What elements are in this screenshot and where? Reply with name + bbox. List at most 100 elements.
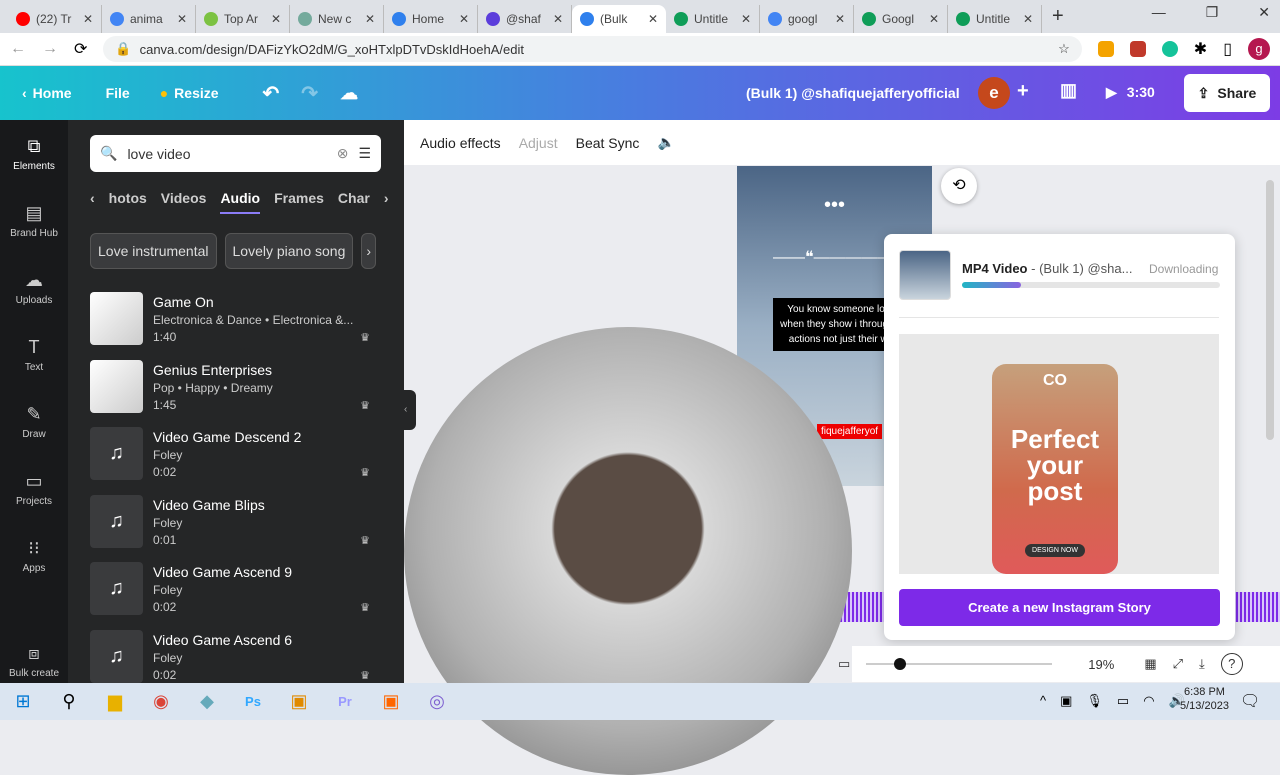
category-tab[interactable]: hotos — [109, 190, 147, 214]
browser-tab[interactable]: Untitle ✕ — [948, 4, 1042, 33]
browser-tab[interactable]: anima ✕ — [102, 4, 196, 33]
new-tab-button[interactable]: + — [1052, 5, 1064, 28]
app-icon[interactable]: ▣ — [368, 691, 414, 712]
audio-effects-button[interactable]: Audio effects — [420, 135, 501, 151]
windows-start-icon[interactable]: ⊞ — [0, 691, 46, 712]
clear-icon[interactable]: ⊗ — [337, 145, 349, 162]
close-tab-icon[interactable]: ✕ — [177, 12, 187, 26]
close-button[interactable]: ✕ — [1258, 4, 1270, 21]
create-story-button[interactable]: Create a new Instagram Story — [899, 589, 1220, 626]
close-tab-icon[interactable]: ✕ — [741, 12, 751, 26]
pages-icon[interactable]: ▭ — [838, 656, 850, 672]
browser-tab[interactable]: Top Ar ✕ — [196, 4, 290, 33]
photoshop-icon[interactable]: Ps — [230, 694, 276, 709]
fullscreen-icon[interactable]: ⤢ — [1173, 656, 1183, 672]
maximize-button[interactable]: ❐ — [1206, 4, 1219, 21]
reload-button[interactable]: ⟳ — [74, 39, 87, 59]
scroll-left-icon[interactable]: ‹ — [90, 190, 95, 214]
close-tab-icon[interactable]: ✕ — [459, 12, 469, 26]
back-button[interactable]: ← — [10, 40, 26, 58]
browser-tab[interactable]: googl ✕ — [760, 4, 854, 33]
help-icon[interactable]: ? — [1220, 653, 1243, 675]
rail-item-projects[interactable]: ▭ Projects — [0, 455, 68, 522]
extension-icon[interactable] — [1097, 41, 1114, 57]
insights-icon[interactable]: ▥ — [1060, 80, 1077, 101]
download-icon[interactable]: ⤓ — [1199, 656, 1205, 672]
grammarly-icon[interactable] — [1161, 41, 1178, 57]
rail-item-elements[interactable]: ⧉ Elements — [0, 120, 68, 187]
adjust-button[interactable]: Adjust — [519, 135, 558, 151]
home-button[interactable]: ‹ Home — [22, 85, 72, 101]
audio-track[interactable]: ♫ Video Game Ascend 9 Foley 0:02 ♛ — [90, 562, 380, 618]
zoom-slider[interactable] — [866, 658, 1053, 670]
chevron-up-icon[interactable]: ^ — [1040, 693, 1046, 709]
audio-track[interactable]: Game On Electronica & Dance • Electronica… — [90, 292, 380, 348]
profile-avatar[interactable]: g — [1248, 38, 1270, 60]
audio-track[interactable]: ♫ Video Game Descend 2 Foley 0:02 ♛ — [90, 427, 380, 483]
present-button[interactable]: ▶ 3:30 — [1106, 84, 1155, 101]
browser-tab[interactable]: Untitle ✕ — [666, 4, 760, 33]
grid-view-icon[interactable]: ▦ — [1144, 656, 1156, 672]
audio-track[interactable]: ♫ Video Game Ascend 6 Foley 0:02 ♛ — [90, 629, 380, 686]
search-input[interactable]: 🔍 love video ⊗ ☰ — [90, 135, 381, 172]
browser-tab[interactable]: Googl ✕ — [854, 4, 948, 33]
browser-tab[interactable]: (Bulk ✕ — [572, 4, 666, 33]
close-tab-icon[interactable]: ✕ — [271, 12, 281, 26]
rail-item-apps[interactable]: ⁝⁝ Apps — [0, 522, 68, 589]
filter-icon[interactable]: ☰ — [358, 145, 371, 162]
design-title[interactable]: (Bulk 1) @shafiquejafferyofficial — [746, 85, 960, 101]
clock-time[interactable]: 6:38 PM — [1180, 686, 1229, 698]
search-icon[interactable]: ⚲ — [46, 691, 92, 712]
close-tab-icon[interactable]: ✕ — [83, 12, 93, 26]
app-icon[interactable]: ▣ — [276, 691, 322, 712]
resize-button[interactable]: ● Resize — [160, 85, 219, 101]
file-explorer-icon[interactable]: ▆ — [92, 691, 138, 712]
browser-tab[interactable]: (22) Tr ✕ — [8, 4, 102, 33]
scrollbar[interactable] — [1266, 180, 1274, 440]
extension-icon[interactable] — [1129, 41, 1146, 57]
app-icon[interactable]: ◎ — [414, 691, 460, 712]
undo-button[interactable]: ↶ — [263, 81, 280, 106]
forward-button[interactable]: → — [42, 40, 58, 58]
notifications-icon[interactable]: 🗨 — [1240, 691, 1260, 711]
chevron-right-icon[interactable]: › — [361, 233, 377, 269]
rail-item-text[interactable]: T Text — [0, 321, 68, 388]
zoom-level[interactable]: 19% — [1088, 657, 1114, 672]
audio-track[interactable]: Genius Enterprises Pop • Happy • Dreamy 1:… — [90, 359, 380, 416]
app-icon[interactable]: ◆ — [184, 691, 230, 712]
beat-sync-button[interactable]: Beat Sync — [576, 135, 640, 151]
close-tab-icon[interactable]: ✕ — [835, 12, 845, 26]
rail-item-uploads[interactable]: ☁ Uploads — [0, 254, 68, 321]
puzzle-icon[interactable]: ✱ — [1194, 39, 1207, 59]
close-tab-icon[interactable]: ✕ — [553, 12, 563, 26]
browser-tab[interactable]: New c ✕ — [290, 4, 384, 33]
share-button[interactable]: ⇪ Share — [1184, 74, 1270, 112]
suggestion-chip[interactable]: Lovely piano song — [224, 233, 354, 269]
browser-tab[interactable]: Home ✕ — [384, 4, 478, 33]
category-tab[interactable]: Char — [338, 190, 370, 214]
close-tab-icon[interactable]: ✕ — [648, 12, 658, 26]
chrome-icon[interactable]: ◉ — [138, 691, 184, 712]
sidepanel-icon[interactable]: ▯ — [1223, 39, 1232, 59]
add-collaborator-button[interactable]: + — [1017, 80, 1029, 103]
suggestion-chip[interactable]: Love instrumental — [90, 233, 217, 269]
browser-tab[interactable]: @shaf ✕ — [478, 4, 572, 33]
url-field[interactable]: 🔒 canva.com/design/DAFizYkO2dM/G_xoHTxlpD… — [103, 36, 1082, 62]
star-icon[interactable]: ☆ — [1058, 41, 1070, 57]
rail-item-draw[interactable]: ✎ Draw — [0, 388, 68, 455]
close-tab-icon[interactable]: ✕ — [929, 12, 939, 26]
category-tab[interactable]: Frames — [274, 190, 324, 214]
scroll-right-icon[interactable]: › — [384, 190, 389, 214]
audio-track[interactable]: ♫ Video Game Blips Foley 0:01 ♛ — [90, 494, 380, 551]
file-menu[interactable]: File — [106, 85, 130, 101]
volume-icon[interactable]: 🔈 — [657, 134, 674, 151]
category-tab[interactable]: Videos — [161, 190, 207, 214]
avatar[interactable]: e — [978, 77, 1010, 109]
refresh-comment-button[interactable]: ⟲ — [941, 168, 977, 204]
system-tray[interactable]: ^ ▣ 🎙 ▭ ◠ 🔊 — [1040, 693, 1185, 709]
cloud-saved-icon[interactable]: ☁ — [340, 83, 358, 104]
minimize-button[interactable]: — — [1152, 4, 1166, 21]
rail-item-brand-hub[interactable]: ▤ Brand Hub — [0, 187, 68, 254]
close-tab-icon[interactable]: ✕ — [1023, 12, 1033, 26]
clock-date[interactable]: 5/13/2023 — [1180, 700, 1229, 712]
